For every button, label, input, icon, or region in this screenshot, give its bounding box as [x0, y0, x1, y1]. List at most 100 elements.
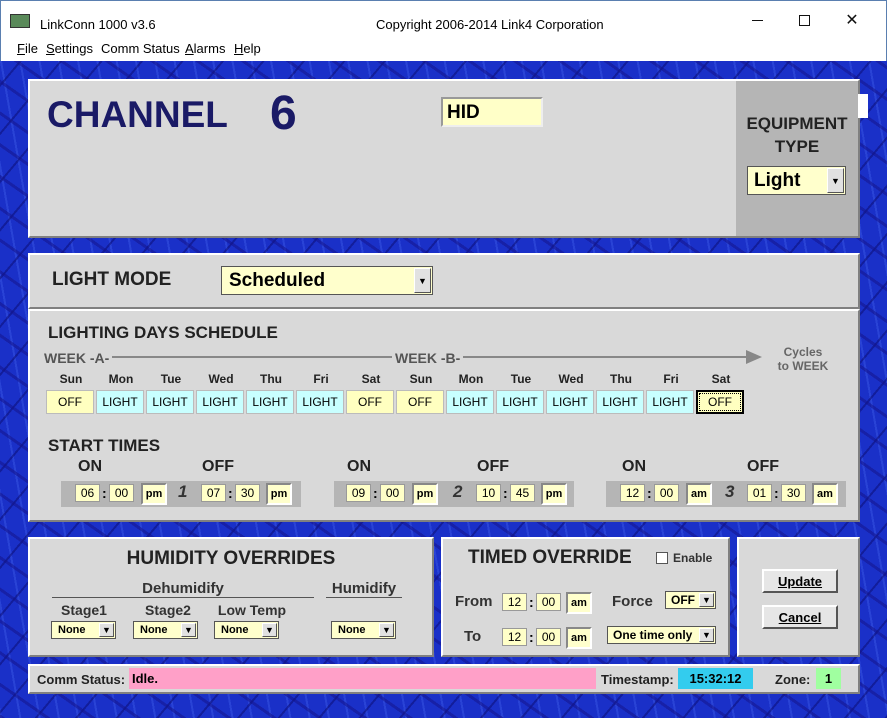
light-mode-dropdown[interactable]: Scheduled ▼ — [221, 266, 433, 295]
menu-alarms-label: larms — [193, 41, 226, 56]
enable-label: Enable — [673, 551, 713, 565]
day-toggle-button[interactable]: OFF — [46, 390, 94, 414]
day-toggle-button[interactable]: LIGHT — [546, 390, 594, 414]
day-toggle-button[interactable]: LIGHT — [296, 390, 344, 414]
time-colon: : — [102, 485, 107, 501]
humidify-value: None — [338, 624, 366, 636]
timestamp-value: 15:32:12 — [678, 668, 753, 689]
on-hour-field[interactable]: 06 — [75, 484, 100, 502]
timed-override-title: TIMED OVERRIDE — [468, 547, 632, 568]
minimize-button[interactable] — [734, 0, 780, 40]
on-ampm-button[interactable]: pm — [412, 483, 438, 505]
day-label: Tue — [510, 372, 532, 386]
maximize-button[interactable] — [781, 0, 827, 40]
humidify-dropdown[interactable]: None ▼ — [331, 621, 396, 639]
menu-comm-accel: C — [101, 41, 111, 56]
menu-file-accel: F — [17, 41, 25, 56]
menu-settings[interactable]: Settings — [46, 41, 93, 56]
update-button[interactable]: Update — [762, 569, 838, 593]
timestamp-label: Timestamp: — [601, 672, 674, 687]
day-toggle-button[interactable]: OFF — [696, 390, 744, 414]
period-number: 1 — [178, 482, 188, 501]
window-copyright: Copyright 2006-2014 Link4 Corporation — [376, 17, 604, 32]
zone-value: 1 — [816, 668, 841, 689]
stage1-label: Stage1 — [61, 602, 107, 618]
day-toggle-button[interactable]: OFF — [346, 390, 394, 414]
day-toggle-button[interactable]: LIGHT — [96, 390, 144, 414]
day-toggle-button[interactable]: LIGHT — [146, 390, 194, 414]
to-ampm-button[interactable]: am — [566, 627, 592, 649]
humidity-title: HUMIDITY OVERRIDES — [126, 548, 336, 569]
chevron-down-icon: ▼ — [181, 623, 196, 637]
update-label: Update — [777, 573, 823, 589]
off-ampm-button[interactable]: pm — [266, 483, 292, 505]
menu-alarms-accel: A — [185, 41, 194, 56]
low-temp-dropdown[interactable]: None ▼ — [214, 621, 279, 639]
menu-help[interactable]: Help — [234, 41, 261, 56]
from-ampm-button[interactable]: am — [566, 592, 592, 614]
menu-alarms[interactable]: Alarms — [185, 41, 225, 56]
dehumidify-label: Dehumidify — [142, 580, 224, 597]
on-label: ON — [78, 458, 102, 475]
day-toggle-button[interactable]: LIGHT — [646, 390, 694, 414]
time-period-1: 06 : 00 pm 1 07 : 30 pm — [61, 481, 301, 507]
channel-name-field[interactable]: HID — [441, 97, 543, 127]
off-hour-field[interactable]: 07 — [201, 484, 226, 502]
on-minute-field[interactable]: 00 — [109, 484, 134, 502]
period-number: 2 — [453, 482, 463, 501]
to-hour-field[interactable]: 12 — [502, 628, 527, 646]
off-label: OFF — [202, 458, 234, 475]
enable-checkbox[interactable] — [656, 552, 668, 564]
low-temp-label: Low Temp — [217, 602, 287, 618]
off-minute-field[interactable]: 45 — [510, 484, 535, 502]
light-mode-label: LIGHT MODE — [52, 269, 172, 290]
from-minute-field[interactable]: 00 — [536, 593, 561, 611]
day-toggle-button[interactable]: LIGHT — [596, 390, 644, 414]
duration-dropdown[interactable]: One time only ▼ — [607, 626, 716, 644]
off-minute-field[interactable]: 30 — [235, 484, 260, 502]
on-minute-field[interactable]: 00 — [654, 484, 679, 502]
channel-number: 6 — [270, 87, 297, 140]
on-ampm-button[interactable]: am — [686, 483, 712, 505]
day-toggle-button[interactable]: LIGHT — [496, 390, 544, 414]
day-toggle-button[interactable]: LIGHT — [446, 390, 494, 414]
equipment-type-dropdown[interactable]: Light ▼ — [747, 166, 846, 195]
day-label: Mon — [458, 372, 484, 386]
off-ampm-button[interactable]: am — [812, 483, 838, 505]
day-toggle-button[interactable]: LIGHT — [246, 390, 294, 414]
menu-file[interactable]: File — [17, 41, 38, 56]
from-hour-field[interactable]: 12 — [502, 593, 527, 611]
day-toggle-button[interactable]: OFF — [396, 390, 444, 414]
on-hour-field[interactable]: 12 — [620, 484, 645, 502]
day-label: Thu — [610, 372, 632, 386]
cancel-button[interactable]: Cancel — [762, 605, 838, 629]
light-mode-value: Scheduled — [229, 269, 326, 291]
window-title: LinkConn 1000 v3.6 — [40, 17, 156, 32]
close-button[interactable]: ✕ — [829, 0, 875, 40]
off-hour-field[interactable]: 01 — [747, 484, 772, 502]
time-colon: : — [373, 485, 378, 501]
comm-status-value: Idle. — [129, 668, 596, 689]
off-minute-field[interactable]: 30 — [781, 484, 806, 502]
day-label: Sat — [361, 372, 381, 386]
off-hour-field[interactable]: 10 — [476, 484, 501, 502]
off-label: OFF — [477, 458, 509, 475]
menu-help-label: elp — [243, 41, 261, 56]
day-toggle-button[interactable]: LIGHT — [196, 390, 244, 414]
force-label: Force — [612, 593, 653, 610]
off-ampm-button[interactable]: pm — [541, 483, 567, 505]
week-b-label: WEEK -B- — [392, 350, 464, 366]
menu-comm-status[interactable]: Comm Status — [101, 41, 180, 56]
force-dropdown[interactable]: OFF ▼ — [665, 591, 716, 609]
to-minute-field[interactable]: 00 — [536, 628, 561, 646]
on-minute-field[interactable]: 00 — [380, 484, 405, 502]
chevron-down-icon: ▼ — [699, 628, 714, 642]
on-hour-field[interactable]: 09 — [346, 484, 371, 502]
day-label: Wed — [208, 372, 234, 386]
stage1-dropdown[interactable]: None ▼ — [51, 621, 116, 639]
from-label: From — [455, 593, 493, 610]
on-ampm-button[interactable]: pm — [141, 483, 167, 505]
minimize-icon — [751, 19, 763, 21]
low-temp-value: None — [221, 624, 249, 636]
stage2-dropdown[interactable]: None ▼ — [133, 621, 198, 639]
